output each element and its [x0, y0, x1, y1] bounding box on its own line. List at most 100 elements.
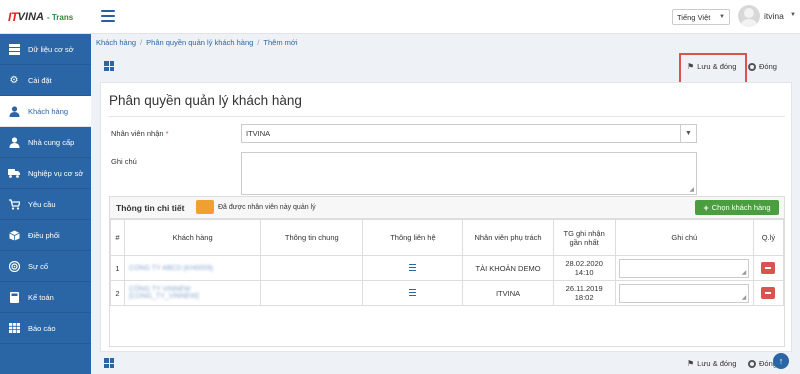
row-customer[interactable]: CÔNG TY VINNEW [CONG_TY_VINNEW]	[124, 280, 262, 306]
app-logo[interactable]: IT VINA - Trans	[0, 0, 91, 34]
sidebar-item-label: Kế toán	[28, 292, 54, 302]
truck-icon	[8, 167, 20, 179]
circle-icon	[748, 359, 756, 368]
sidebar-item-nha-cung-cap[interactable]: Nhà cung cấp	[0, 127, 91, 158]
save-close-label: Lưu & đóng	[697, 359, 737, 368]
row-customer[interactable]: CONG TY ABCD [KH0009]	[124, 255, 262, 281]
note-textarea[interactable]: ◢	[241, 152, 697, 195]
scroll-top-icon[interactable]: ↑	[773, 353, 789, 369]
calculator-icon	[8, 291, 20, 303]
row-time: 28.02.2020 14:10	[552, 255, 616, 281]
sidebar-item-su-co[interactable]: Sự cố	[0, 251, 91, 282]
breadcrumb-separator: /	[257, 38, 260, 47]
sidebar-item-du-lieu-co-so[interactable]: Dữ liệu cơ sở	[0, 34, 91, 65]
bottom-toolbar: ⚑ Lưu & đóng Đóng ↑	[91, 352, 800, 374]
logo-it: IT	[8, 10, 18, 24]
avatar[interactable]	[738, 5, 760, 27]
col-header-note: Ghi chú	[614, 219, 754, 256]
row-staff: TÀI KHOẢN DEMO	[462, 255, 554, 281]
sidebar-item-label: Yêu cầu	[28, 199, 56, 209]
chevron-down-icon[interactable]: ▼	[790, 12, 796, 18]
close-button[interactable]: Đóng	[748, 62, 777, 71]
table-header-row: # Khách hàng Thông tin chung Thông liên …	[109, 219, 785, 256]
breadcrumb-them-moi[interactable]: Thêm mới	[263, 38, 297, 47]
chevron-down-icon: ▼	[719, 14, 725, 20]
col-header-general: Thông tin chung	[260, 219, 364, 256]
list-icon[interactable]	[409, 263, 417, 271]
detail-section: Thông tin chi tiết Đã được nhân viên này…	[109, 196, 785, 347]
breadcrumb-phan-quyen[interactable]: Phân quyền quản lý khách hàng	[146, 38, 253, 47]
breadcrumb-separator: /	[140, 38, 143, 47]
sidebar-item-label: Dữ liệu cơ sở	[28, 44, 74, 54]
top-header: IT VINA - Trans Tiếng Việt ▼ itvina ▼	[0, 0, 800, 34]
resize-grip-icon[interactable]: ◢	[742, 294, 747, 301]
language-value: Tiếng Việt	[677, 12, 711, 22]
row-no: 1	[109, 255, 126, 281]
sidebar-item-bao-cao[interactable]: Báo cáo	[0, 313, 91, 344]
circle-icon	[748, 62, 756, 71]
row-clock: 18:02	[574, 293, 594, 302]
sidebar-item-label: Báo cáo	[28, 323, 56, 333]
sidebar-item-cai-dat[interactable]: ⚙ Cài đặt	[0, 65, 91, 96]
col-header-contact: Thông liên hệ	[362, 219, 464, 256]
row-no: 2	[109, 280, 126, 306]
save-close-button-bottom[interactable]: ⚑ Lưu & đóng	[687, 359, 736, 368]
top-toolbar: ⚑ Lưu & đóng Đóng	[91, 52, 800, 85]
logo-vina: VINA	[17, 11, 44, 23]
form-panel: Phân quyền quản lý khách hàng Nhân viên …	[100, 82, 792, 352]
grid-icon[interactable]	[104, 61, 114, 71]
col-header-no: #	[109, 219, 126, 256]
target-icon	[8, 260, 20, 272]
row-contact	[362, 280, 464, 306]
save-close-label: Lưu & đóng	[697, 62, 737, 71]
sidebar-item-label: Điều phối	[28, 230, 60, 240]
divider	[109, 116, 785, 117]
language-select[interactable]: Tiếng Việt ▼	[672, 9, 730, 25]
grid-icon[interactable]	[104, 358, 114, 368]
save-close-button[interactable]: ⚑ Lưu & đóng	[687, 62, 736, 71]
user-icon	[8, 105, 20, 117]
row-note-cell: ◢	[614, 255, 754, 281]
row-note-input[interactable]: ◢	[619, 258, 750, 278]
sidebar-item-nghiep-vu-co-so[interactable]: Nghiệp vụ cơ sở	[0, 158, 91, 189]
plus-icon: +	[703, 202, 709, 213]
breadcrumb: Khách hàng / Phân quyền quản lý khách hà…	[96, 38, 298, 47]
flag-icon: ⚑	[687, 359, 695, 368]
col-header-time: TG ghi nhận gần nhất	[552, 219, 616, 256]
resize-grip-icon[interactable]: ◢	[742, 269, 747, 276]
row-manage	[752, 255, 785, 281]
detail-title: Thông tin chi tiết	[116, 203, 185, 213]
sidebar-item-khach-hang[interactable]: Khách hàng	[0, 96, 91, 127]
sidebar-item-ke-toan[interactable]: Kế toán	[0, 282, 91, 313]
staff-select-value: ITVINA	[246, 129, 271, 138]
row-manage	[752, 280, 785, 306]
sidebar-item-dieu-phoi[interactable]: Điều phối	[0, 220, 91, 251]
customer-table: # Khách hàng Thông tin chung Thông liên …	[109, 219, 785, 306]
user-name[interactable]: itvina	[764, 11, 784, 21]
sidebar-item-label: Nhà cung cấp	[28, 137, 75, 147]
add-customer-button[interactable]: + Chọn khách hàng	[695, 200, 779, 215]
sidebar-item-label: Khách hàng	[28, 106, 69, 116]
menu-toggle-icon[interactable]	[101, 10, 115, 22]
main-content: Khách hàng / Phân quyền quản lý khách hà…	[91, 34, 800, 374]
remove-row-button[interactable]	[761, 287, 776, 299]
row-note-input[interactable]: ◢	[619, 283, 750, 303]
detail-header: Thông tin chi tiết Đã được nhân viên này…	[110, 197, 784, 219]
table-row: 2 CÔNG TY VINNEW [CONG_TY_VINNEW] ITVINA…	[109, 280, 785, 306]
resize-grip-icon[interactable]: ◢	[689, 186, 694, 193]
cart-icon	[8, 198, 20, 210]
sidebar-item-label: Cài đặt	[28, 75, 52, 85]
sidebar-item-yeu-cau[interactable]: Yêu cầu	[0, 189, 91, 220]
note-label: Ghi chú	[111, 157, 137, 166]
chevron-down-icon[interactable]: ▼	[680, 125, 696, 142]
staff-select[interactable]: ITVINA ▼	[241, 124, 697, 143]
list-icon[interactable]	[409, 288, 417, 296]
row-time: 26.11.2019 18:02	[552, 280, 616, 306]
table-row: 1 CONG TY ABCD [KH0009] TÀI KHOẢN DEMO 2…	[109, 255, 785, 281]
breadcrumb-khach-hang[interactable]: Khách hàng	[96, 38, 136, 47]
close-label: Đóng	[759, 62, 777, 71]
flag-icon: ⚑	[687, 62, 695, 71]
remove-row-button[interactable]	[761, 262, 776, 274]
col-header-staff: Nhân viên phụ trách	[462, 219, 554, 256]
row-staff: ITVINA	[462, 280, 554, 306]
